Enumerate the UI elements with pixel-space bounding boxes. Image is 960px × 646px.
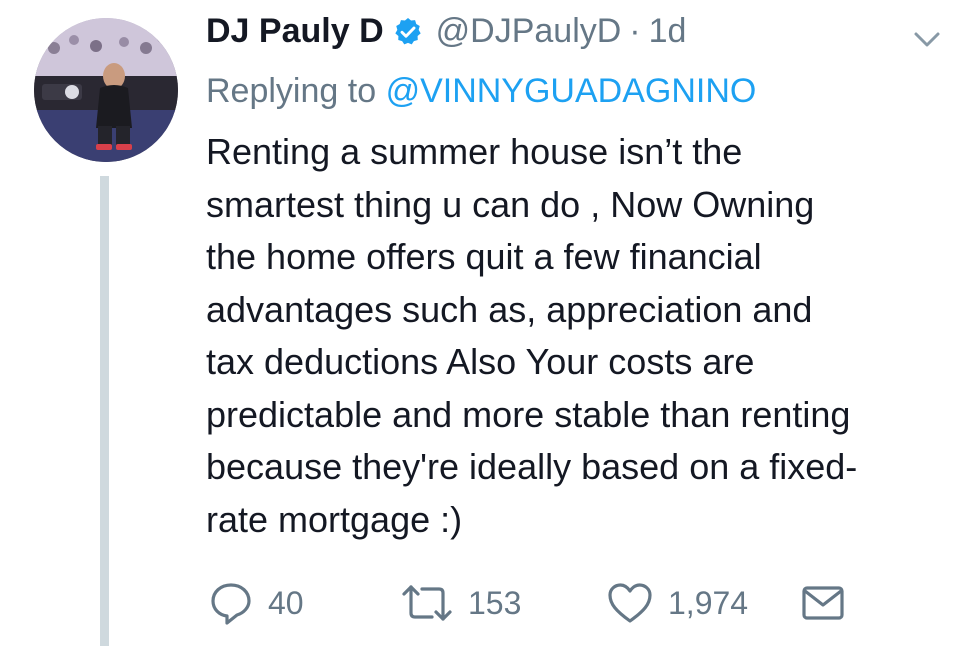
tweet-text-line: because they're ideally based on a fixed… xyxy=(206,446,858,487)
verified-badge-icon xyxy=(392,16,424,48)
tweet-text-line: tax deductions Also Your costs are xyxy=(206,341,755,382)
avatar-photo xyxy=(34,18,178,162)
retweet-button[interactable]: 153 xyxy=(400,580,521,626)
tweet-text-line: advantages such as, appreciation and xyxy=(206,288,813,330)
heart-icon xyxy=(606,580,654,626)
retweet-icon xyxy=(400,580,454,626)
tweet-text-line: rate mortgage :) xyxy=(206,498,463,540)
thread-line xyxy=(100,176,109,646)
avatar[interactable] xyxy=(34,18,178,162)
like-count: 1,974 xyxy=(668,584,749,621)
retweet-count: 153 xyxy=(468,584,522,621)
tweet-text-line: smartest thing u can do , Now Owning xyxy=(206,183,815,225)
separator-dot: · xyxy=(629,12,641,50)
tweet-timestamp[interactable]: 1d xyxy=(649,12,687,51)
chevron-down-icon[interactable] xyxy=(912,30,942,50)
replying-to: Replying to @VINNYGUADAGNINO xyxy=(206,72,756,111)
tweet-actions: 40 153 1,974 xyxy=(208,580,928,628)
tweet-header: DJ Pauly D @DJPaulyD · 1d xyxy=(206,12,686,51)
user-handle[interactable]: @DJPaulyD xyxy=(436,12,622,51)
reply-icon xyxy=(208,580,254,626)
reply-count: 40 xyxy=(268,584,304,621)
tweet-text-line: the home offers quit a few financial xyxy=(206,236,762,277)
like-button[interactable]: 1,974 xyxy=(606,580,748,626)
reply-button[interactable]: 40 xyxy=(208,580,304,626)
direct-message-button[interactable] xyxy=(800,580,846,626)
envelope-icon xyxy=(800,580,846,626)
tweet-text-line: predictable and more stable than renting xyxy=(206,393,851,435)
replying-to-label: Replying to xyxy=(206,72,377,110)
replying-to-mention[interactable]: @VINNYGUADAGNINO xyxy=(386,72,757,110)
display-name[interactable]: DJ Pauly D xyxy=(206,12,384,51)
tweet-text: Renting a summer house isn’t the smartes… xyxy=(206,126,946,546)
tweet-text-line: Renting a summer house isn’t the xyxy=(206,131,743,172)
